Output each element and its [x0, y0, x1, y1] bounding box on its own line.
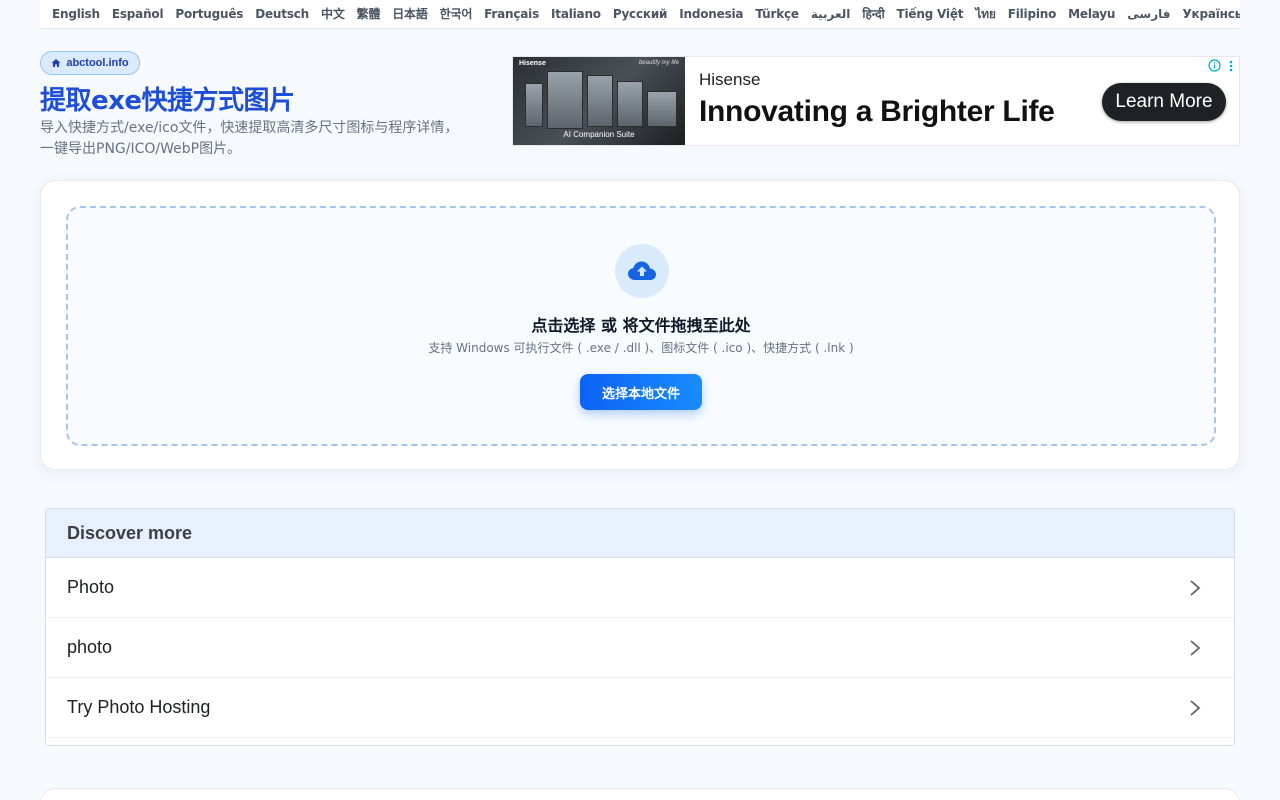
language-link[interactable]: 日本語: [386, 0, 433, 28]
discover-more-panel: Discover more Photo photo Try Photo Host…: [45, 508, 1235, 746]
language-link[interactable]: हिन्दी: [856, 0, 890, 28]
choose-file-button[interactable]: 选择本地文件: [580, 374, 702, 410]
language-link[interactable]: Русский: [607, 0, 673, 28]
appliance-shape: [617, 81, 643, 127]
language-link[interactable]: Українська: [1176, 0, 1240, 28]
ad-image-brand: Hisense: [519, 60, 546, 67]
language-link[interactable]: Português: [169, 0, 249, 28]
file-dropzone[interactable]: 点击选择 或 将文件拖拽至此处 支持 Windows 可执行文件 ( .exe …: [66, 206, 1216, 446]
ad-image-tagline: beautify my life: [638, 60, 679, 66]
ad-headline[interactable]: Innovating a Brighter Life: [699, 95, 1055, 129]
upload-card: 点击选择 或 将文件拖拽至此处 支持 Windows 可执行文件 ( .exe …: [40, 180, 1240, 470]
language-bar: English Español Português Deutsch 中文 繁體 日本語 한국어…: [40, 0, 1240, 29]
chevron-right-icon: [1190, 699, 1201, 716]
ad-image-caption: AI Companion Suite: [563, 130, 635, 139]
language-link[interactable]: 한국어: [434, 0, 479, 28]
discover-item-label: Try Photo Hosting: [67, 697, 211, 717]
language-link[interactable]: Filipino: [1002, 0, 1062, 28]
language-link[interactable]: Melayu: [1062, 0, 1121, 28]
discover-item[interactable]: Try Photo Hosting: [46, 678, 1234, 738]
language-link[interactable]: Tiếng Việt: [891, 0, 970, 28]
discover-item[interactable]: Photo: [46, 558, 1234, 618]
ad-banner[interactable]: Hisense beautify my life AI Companion Su…: [512, 56, 1240, 146]
upload-icon-circle: [615, 244, 669, 298]
dropzone-hint: 支持 Windows 可执行文件 ( .exe / .dll )、图标文件 ( …: [428, 341, 854, 355]
discover-item[interactable]: photo: [46, 618, 1234, 678]
cloud-upload-icon: [628, 261, 656, 280]
appliance-shape: [587, 75, 613, 127]
next-section-card: [40, 788, 1240, 800]
home-icon: [51, 59, 61, 67]
ad-learn-more-button[interactable]: Learn More: [1102, 83, 1226, 121]
language-link[interactable]: فارسی: [1121, 0, 1176, 28]
language-link[interactable]: Français: [478, 0, 545, 28]
appliance-shape: [547, 71, 583, 129]
language-link[interactable]: 中文: [315, 0, 351, 28]
ad-product-image[interactable]: Hisense beautify my life AI Companion Su…: [513, 57, 685, 145]
language-link[interactable]: Indonesia: [673, 0, 749, 28]
appliance-shape: [525, 83, 543, 127]
chevron-right-icon: [1190, 579, 1201, 596]
dropzone-title: 点击选择 或 将文件拖拽至此处: [531, 316, 751, 335]
language-link[interactable]: Türkçe: [749, 0, 805, 28]
language-link[interactable]: 繁體: [351, 0, 387, 28]
chevron-right-icon: [1190, 639, 1201, 656]
language-link[interactable]: English: [46, 0, 106, 28]
ad-advertiser[interactable]: Hisense: [699, 70, 760, 90]
discover-item-label: photo: [67, 637, 113, 657]
language-link[interactable]: ไทย: [969, 0, 1001, 28]
ad-info-icon[interactable]: [1208, 59, 1221, 72]
appliance-shape: [647, 91, 677, 127]
brand-badge[interactable]: abctool.info: [40, 51, 140, 75]
brand-label: abctool.info: [66, 57, 129, 69]
language-link[interactable]: Español: [106, 0, 170, 28]
discover-item-label: Photo: [67, 577, 115, 597]
language-link[interactable]: العربية: [805, 0, 857, 28]
page-subtitle: 导入快捷方式/exe/ico文件，快速提取高清多尺寸图标与程序详情，一键导出PN…: [40, 120, 459, 157]
page-title: 提取exe快捷方式图片: [40, 86, 295, 116]
language-link[interactable]: Italiano: [545, 0, 607, 28]
ad-menu-icon[interactable]: [1228, 59, 1234, 73]
language-link[interactable]: Deutsch: [249, 0, 315, 28]
discover-more-header: Discover more: [46, 509, 1234, 558]
